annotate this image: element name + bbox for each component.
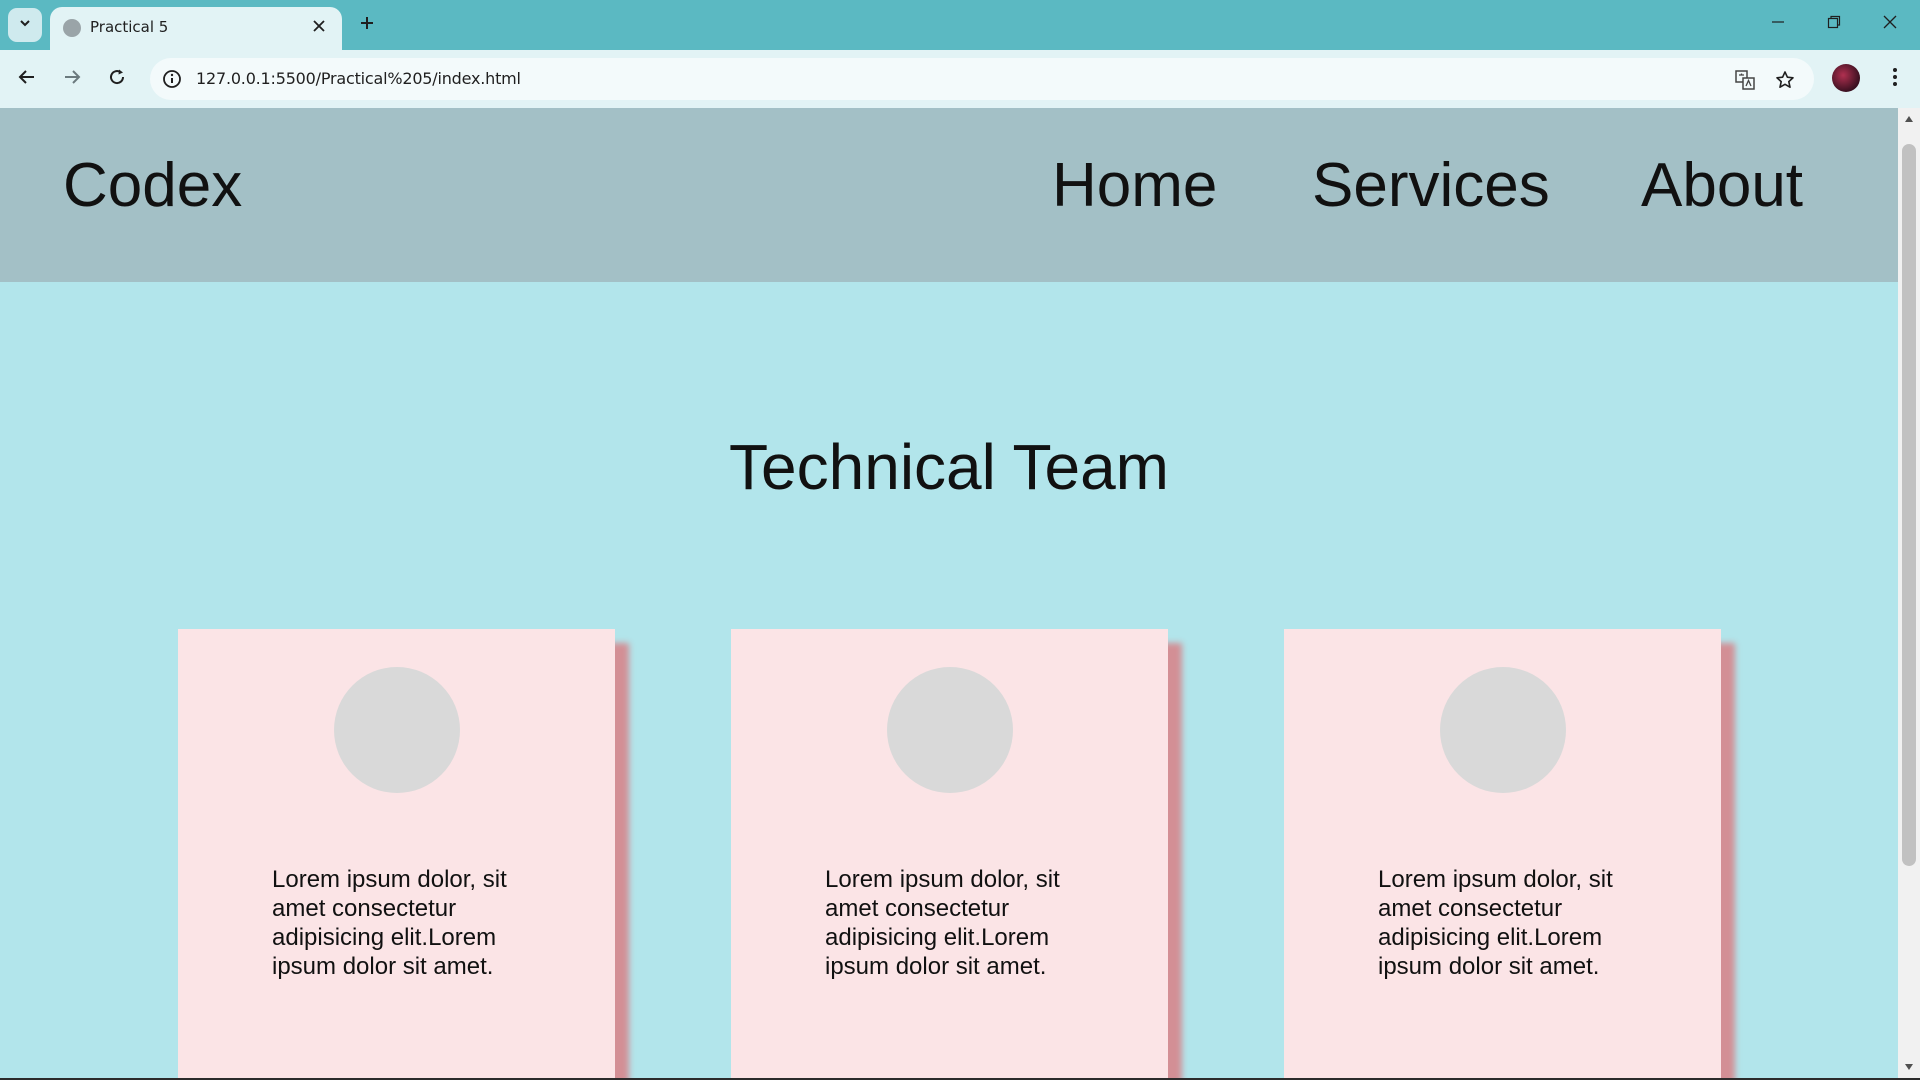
team-card: Lorem ipsum dolor, sit amet consectetur … <box>731 629 1168 1078</box>
member-photo <box>887 667 1013 793</box>
member-photo <box>1440 667 1566 793</box>
arrow-left-icon <box>18 68 36 91</box>
page-viewport: Codex Home Services About Technical Team… <box>0 108 1898 1078</box>
scrollbar-thumb[interactable] <box>1902 144 1916 866</box>
plus-icon <box>359 15 375 36</box>
minimize-button[interactable] <box>1750 0 1806 48</box>
translate-icon[interactable] <box>1732 67 1758 93</box>
nav-link-about[interactable]: About <box>1641 150 1803 221</box>
member-description: Lorem ipsum dolor, sit amet consectetur … <box>825 866 1060 980</box>
close-icon <box>313 19 325 37</box>
member-photo <box>334 667 460 793</box>
tab-strip: Practical 5 <box>0 0 1920 50</box>
globe-icon <box>63 19 81 37</box>
tab-close-button[interactable] <box>308 17 330 39</box>
site-header: Codex Home Services About <box>0 108 1898 282</box>
section-title: Technical Team <box>729 431 1169 503</box>
minimize-icon <box>1771 15 1785 34</box>
close-icon <box>1883 15 1897 34</box>
close-window-button[interactable] <box>1862 0 1918 48</box>
team-card: Lorem ipsum dolor, sit amet consectetur … <box>1284 629 1721 1078</box>
reload-icon <box>108 68 126 91</box>
member-description: Lorem ipsum dolor, sit amet consectetur … <box>272 866 507 980</box>
team-card: Lorem ipsum dolor, sit amet consectetur … <box>178 629 615 1078</box>
star-icon[interactable] <box>1772 67 1798 93</box>
profile-avatar[interactable] <box>1832 64 1860 92</box>
arrow-right-icon <box>63 68 81 91</box>
restore-icon <box>1827 15 1841 34</box>
page-scrollbar[interactable] <box>1898 108 1920 1078</box>
scroll-down-arrow-icon[interactable] <box>1898 1056 1920 1078</box>
kebab-menu-icon <box>1892 67 1898 92</box>
url-text: 127.0.0.1:5500/Practical%205/index.html <box>196 69 521 88</box>
restore-button[interactable] <box>1806 0 1862 48</box>
reload-button[interactable] <box>100 62 134 96</box>
active-tab[interactable]: Practical 5 <box>50 7 342 50</box>
member-description: Lorem ipsum dolor, sit amet consectetur … <box>1378 866 1613 980</box>
scroll-up-arrow-icon[interactable] <box>1898 108 1920 130</box>
nav-link-home[interactable]: Home <box>1052 150 1217 221</box>
browser-toolbar: 127.0.0.1:5500/Practical%205/index.html <box>0 50 1920 108</box>
address-bar[interactable]: 127.0.0.1:5500/Practical%205/index.html <box>150 58 1814 100</box>
browser-menu-button[interactable] <box>1880 62 1910 96</box>
chevron-down-icon <box>18 16 32 35</box>
nav-link-services[interactable]: Services <box>1312 150 1550 221</box>
back-button[interactable] <box>10 62 44 96</box>
new-tab-button[interactable] <box>352 10 382 40</box>
forward-button[interactable] <box>55 62 89 96</box>
info-icon[interactable] <box>160 67 184 91</box>
tab-title: Practical 5 <box>90 18 169 36</box>
brand-logo[interactable]: Codex <box>63 150 242 221</box>
tab-search-button[interactable] <box>8 8 42 42</box>
